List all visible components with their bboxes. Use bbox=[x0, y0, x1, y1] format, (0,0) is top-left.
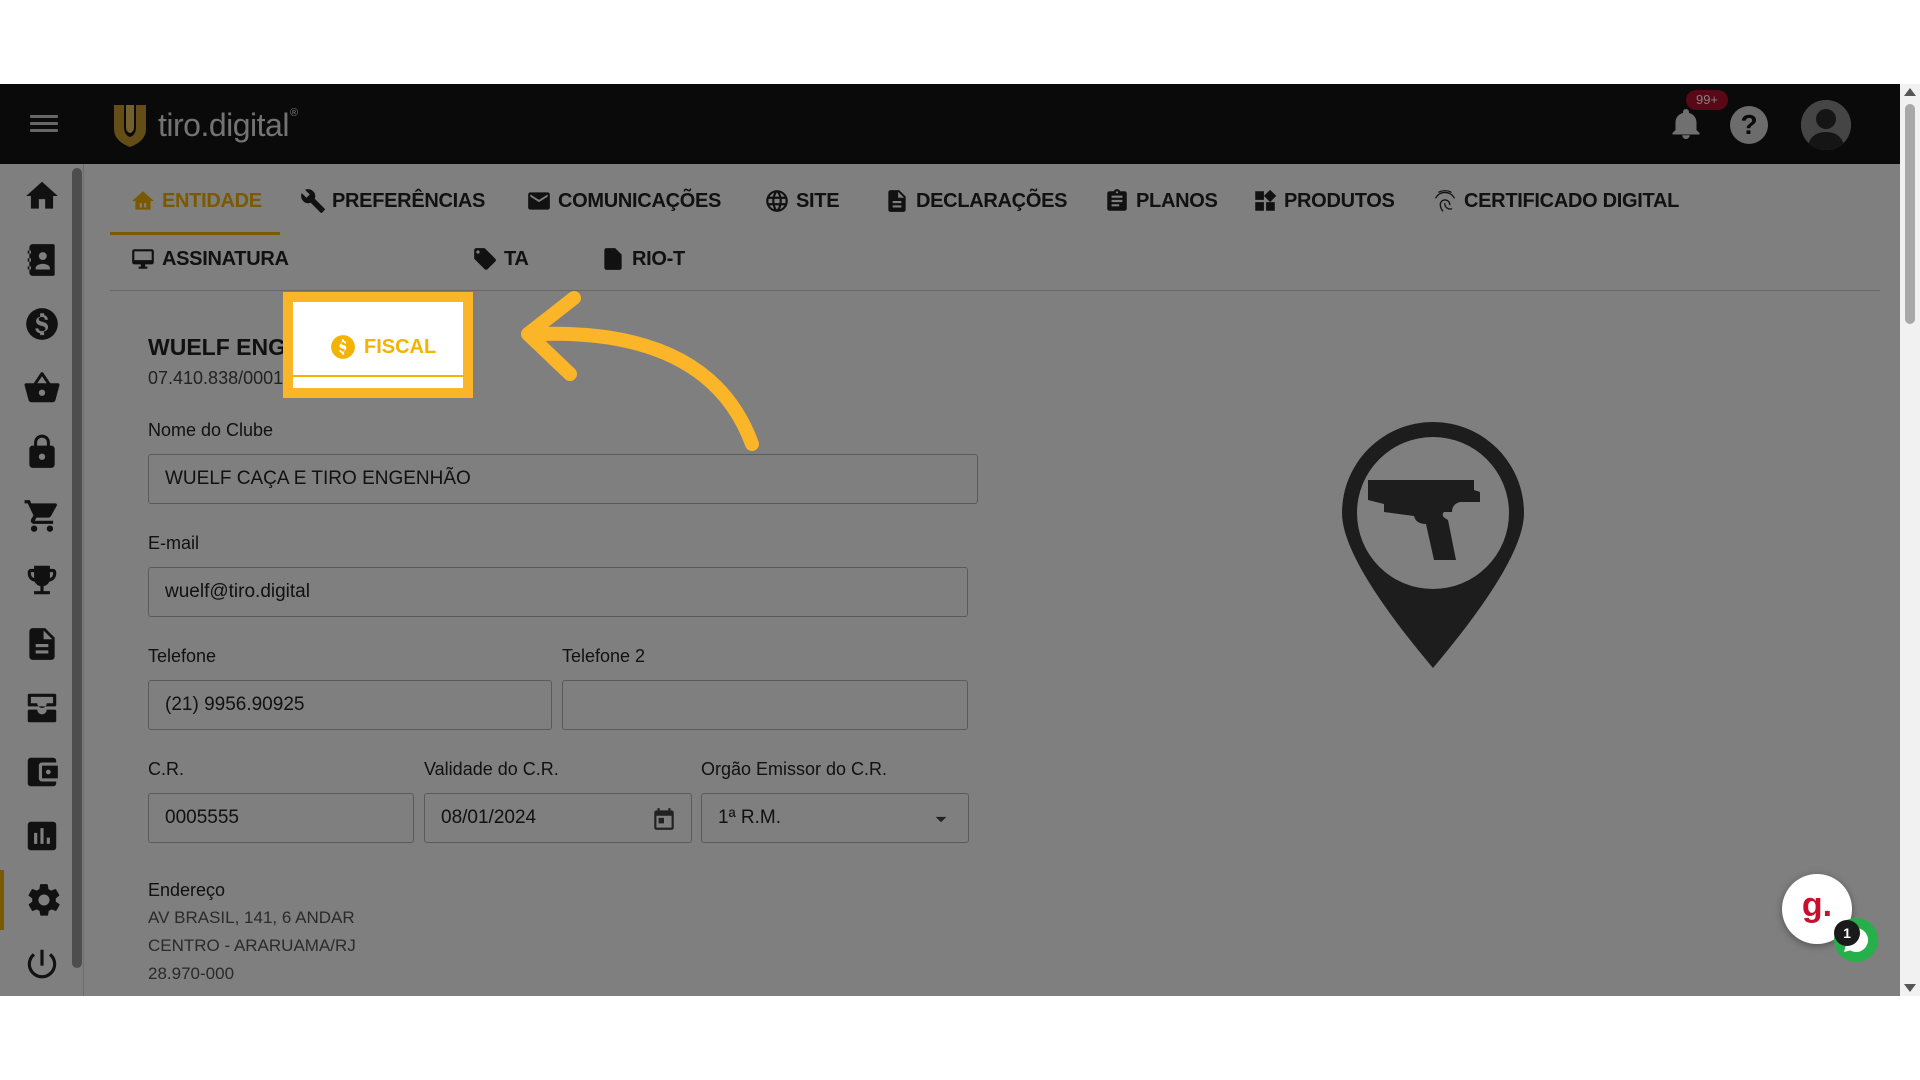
house-icon bbox=[132, 191, 154, 210]
logo[interactable]: tiro.digital ® bbox=[112, 102, 298, 148]
tab-label: ENTIDADE bbox=[162, 189, 262, 212]
envelope-icon bbox=[528, 192, 550, 210]
fingerprint-icon bbox=[1435, 190, 1455, 212]
tag-icon bbox=[474, 248, 496, 270]
wrench-icon bbox=[301, 189, 325, 213]
club-name-label: Nome do Clube bbox=[148, 420, 274, 440]
tab-declaracoes[interactable]: DECLARAÇÕES bbox=[884, 188, 1067, 214]
brand-name: tiro.digital bbox=[158, 106, 289, 143]
tab-comunicacoes[interactable]: COMUNICAÇÕES bbox=[526, 188, 721, 214]
scroll-up-icon[interactable] bbox=[1904, 88, 1916, 96]
cr-validity-field[interactable]: 08/01/2024 bbox=[424, 793, 692, 843]
cr-validity-label: Validade do C.R. bbox=[424, 759, 559, 779]
phone2-field[interactable] bbox=[562, 680, 968, 730]
tab-label: PRODUTOS bbox=[1284, 189, 1395, 212]
tab-planos[interactable]: PLANOS bbox=[1104, 188, 1218, 214]
brand-registered-mark: ® bbox=[289, 107, 299, 119]
phone-label: Telefone bbox=[148, 646, 217, 666]
lock-icon bbox=[29, 434, 55, 468]
tab-label: ASSINATURA bbox=[162, 247, 289, 270]
tab-label: DECLARAÇÕES bbox=[916, 189, 1068, 212]
top-bar: tiro.digital ® 99+ ? bbox=[0, 84, 1900, 164]
tab-label: PLANOS bbox=[1136, 189, 1218, 212]
email-field[interactable]: wuelf@tiro.digital bbox=[148, 567, 968, 617]
email-label: E-mail bbox=[148, 533, 200, 553]
phone-field[interactable]: (21) 9956.90925 bbox=[148, 680, 552, 730]
cr-issuer-label: Orgão Emissor do C.R. bbox=[701, 759, 888, 779]
tab-fiscal[interactable]: FISCAL bbox=[330, 334, 436, 360]
tab-label: TA bbox=[504, 247, 529, 270]
app-window: tiro.digital ® 99+ ? ENTIDADE PREFERÊNCI… bbox=[0, 84, 1900, 996]
notifications-badge: 99+ bbox=[1686, 90, 1728, 110]
cr-issuer-select[interactable]: 1ª R.M. bbox=[701, 793, 969, 843]
fiscal-tab-indicator bbox=[292, 375, 464, 377]
cart-icon bbox=[24, 500, 57, 532]
tab-produtos[interactable]: PRODUTOS bbox=[1252, 188, 1395, 214]
home-icon bbox=[26, 181, 58, 209]
tab-assinatura[interactable]: ASSINATURA bbox=[130, 246, 289, 272]
power-icon bbox=[27, 949, 57, 979]
dollar-icon bbox=[26, 308, 58, 340]
bar-chart-icon bbox=[27, 821, 57, 851]
page-scrollbar[interactable] bbox=[1900, 84, 1920, 996]
wallet-icon bbox=[27, 757, 58, 787]
dollar-icon bbox=[331, 335, 355, 359]
inbox-icon bbox=[27, 693, 57, 723]
cr-issuer-value: 1ª R.M. bbox=[718, 807, 781, 828]
tab-label: SITE bbox=[796, 189, 840, 212]
tab-ta[interactable]: TA bbox=[472, 246, 529, 272]
calendar-icon[interactable] bbox=[651, 806, 677, 832]
tab-label: PREFERÊNCIAS bbox=[332, 189, 486, 212]
document-icon bbox=[29, 628, 55, 660]
monitor-icon bbox=[132, 249, 154, 269]
gear-icon bbox=[28, 884, 60, 916]
phone2-label: Telefone 2 bbox=[562, 646, 646, 666]
widgets-icon bbox=[1255, 189, 1277, 211]
cr-field[interactable]: 0005555 bbox=[148, 793, 414, 843]
basket-icon bbox=[24, 372, 60, 403]
club-name-field[interactable]: WUELF CAÇA E TIRO ENGENHÃO bbox=[148, 454, 978, 504]
trophy-icon bbox=[27, 565, 57, 595]
tab-entidade[interactable]: ENTIDADE bbox=[130, 188, 262, 214]
help-icon[interactable]: ? bbox=[1730, 106, 1768, 144]
tab-label: FISCAL bbox=[364, 335, 437, 358]
address-label: Endereço bbox=[148, 880, 226, 900]
bell-icon[interactable] bbox=[1668, 104, 1704, 144]
avatar[interactable] bbox=[1801, 100, 1851, 150]
tab-preferencias[interactable]: PREFERÊNCIAS bbox=[300, 188, 485, 214]
tabs-divider bbox=[110, 290, 1880, 291]
tab-rio-t[interactable]: RIO-T bbox=[600, 246, 685, 272]
shield-logo-icon bbox=[114, 105, 146, 147]
globe-icon bbox=[766, 190, 788, 212]
tab-label: RIO-T bbox=[632, 247, 685, 270]
map-pin-pistol-icon bbox=[1342, 422, 1524, 668]
main-content: ENTIDADE PREFERÊNCIAS COMUNICAÇÕES SITE … bbox=[84, 164, 1900, 996]
tab-site[interactable]: SITE bbox=[764, 188, 840, 214]
sidebar-scrollbar[interactable] bbox=[72, 168, 82, 968]
cr-label: C.R. bbox=[148, 759, 184, 779]
scroll-down-icon[interactable] bbox=[1904, 984, 1916, 992]
user-avatar-icon bbox=[1801, 100, 1851, 150]
file-icon bbox=[604, 248, 622, 270]
tab-label: CERTIFICADO DIGITAL bbox=[1464, 189, 1680, 212]
clipboard-icon bbox=[1107, 189, 1127, 211]
menu-icon[interactable] bbox=[30, 112, 58, 136]
address-line-1: AV BRASIL, 141, 6 ANDAR bbox=[148, 908, 355, 927]
scrollbar-thumb[interactable] bbox=[1905, 104, 1915, 324]
whatsapp-badge: 1 bbox=[1834, 920, 1860, 946]
tab-certificado-digital[interactable]: CERTIFICADO DIGITAL bbox=[1432, 188, 1679, 214]
document-icon bbox=[888, 190, 906, 212]
active-tab-indicator bbox=[110, 232, 280, 235]
cr-validity-value: 08/01/2024 bbox=[441, 807, 537, 828]
chevron-down-icon bbox=[935, 816, 947, 823]
address-line-2: CENTRO - ARARUAMA/RJ bbox=[148, 936, 356, 955]
contact-book-icon bbox=[27, 244, 55, 276]
tab-label: COMUNICAÇÕES bbox=[558, 189, 722, 212]
address-line-3: 28.970-000 bbox=[148, 964, 235, 983]
